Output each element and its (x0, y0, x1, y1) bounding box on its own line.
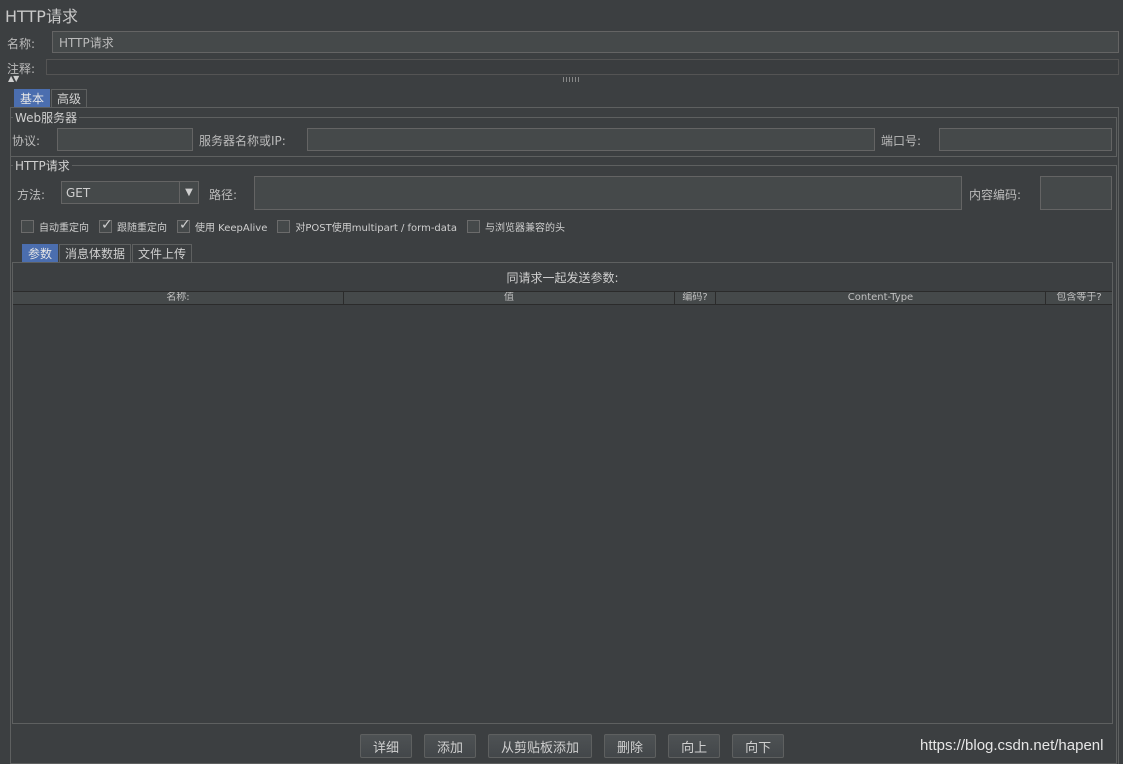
checkbox-box[interactable] (99, 217, 113, 233)
protocol-label: 协议: (12, 134, 41, 148)
checkbox-browser-headers[interactable]: 与浏览器兼容的头 (466, 219, 565, 234)
params-button-bar: 详细 添加 从剪贴板添加 删除 向上 向下 (360, 734, 785, 758)
encoding-input[interactable] (1040, 176, 1112, 210)
comment-input[interactable] (46, 59, 1119, 75)
column-header-content-type[interactable]: Content-Type (716, 292, 1046, 304)
move-down-button[interactable]: 向下 (732, 734, 785, 758)
checkbox-label: 使用 KeepAlive (195, 223, 268, 234)
method-select[interactable]: GET ▼ (61, 181, 199, 204)
checkbox-multipart[interactable]: 对POST使用multipart / form-data (277, 219, 457, 234)
checkbox-label: 与浏览器兼容的头 (484, 223, 565, 234)
collapse-arrows-icon[interactable]: ▲▼ (8, 75, 19, 83)
tab-parameters[interactable]: 参数 (22, 244, 59, 262)
params-table-header: 名称: 值 编码? Content-Type 包含等于? (13, 291, 1112, 305)
checkbox-box[interactable] (466, 220, 480, 233)
encoding-label: 内容编码: (969, 188, 1022, 202)
params-caption: 同请求一起发送参数: (506, 270, 619, 285)
tab-advanced[interactable]: 高级 (51, 89, 88, 107)
main-tabbar: 基本 高级 (14, 89, 88, 107)
tab-basic-label: 基本 (20, 92, 45, 106)
path-input[interactable] (254, 176, 962, 210)
move-up-button[interactable]: 向上 (668, 734, 721, 758)
params-tabbar: 参数 消息体数据 文件上传 (22, 244, 193, 262)
checkbox-box[interactable] (177, 217, 191, 233)
name-input[interactable]: HTTP请求 (52, 31, 1119, 53)
tab-parameters-label: 参数 (28, 247, 53, 261)
tab-file-upload[interactable]: 文件上传 (132, 244, 193, 262)
drag-grip-icon[interactable] (563, 77, 579, 82)
tab-advanced-label: 高级 (57, 92, 82, 106)
checkbox-follow-redirect[interactable]: 跟随重定向 (99, 217, 167, 234)
server-label: 服务器名称或IP: (199, 134, 286, 148)
checkbox-keepalive[interactable]: 使用 KeepAlive (177, 217, 268, 234)
web-server-title: Web服务器 (13, 109, 80, 126)
checkbox-label: 自动重定向 (39, 223, 89, 234)
method-value: GET (66, 185, 91, 200)
delete-button[interactable]: 删除 (604, 734, 657, 758)
column-header-value[interactable]: 值 (344, 292, 675, 304)
path-label: 路径: (209, 188, 238, 202)
checkbox-box[interactable] (277, 220, 291, 233)
protocol-input[interactable] (57, 128, 193, 151)
name-input-value: HTTP请求 (59, 35, 114, 50)
column-header-encode[interactable]: 编码? (675, 292, 716, 304)
method-label: 方法: (17, 188, 46, 202)
http-request-title: HTTP请求 (13, 157, 72, 174)
split-pane-divider[interactable] (0, 74, 1123, 86)
options-row: 自动重定向 跟随重定向 使用 KeepAlive 对POST使用multipar… (21, 217, 565, 234)
column-header-name[interactable]: 名称: (13, 292, 344, 304)
tab-body-data[interactable]: 消息体数据 (59, 244, 132, 262)
column-header-include-equals[interactable]: 包含等于? (1046, 292, 1112, 304)
server-input[interactable] (307, 128, 875, 151)
watermark-text: https://blog.csdn.net/hapenl (920, 737, 1104, 754)
add-from-clipboard-button[interactable]: 从剪贴板添加 (488, 734, 593, 758)
add-button[interactable]: 添加 (424, 734, 477, 758)
checkbox-auto-redirect[interactable]: 自动重定向 (21, 219, 89, 234)
page-title: HTTP请求 (5, 7, 78, 26)
name-label: 名称: (7, 37, 36, 51)
checkbox-box[interactable] (21, 220, 34, 233)
detail-button[interactable]: 详细 (360, 734, 413, 758)
port-input[interactable] (939, 128, 1112, 151)
tab-basic[interactable]: 基本 (14, 89, 51, 107)
params-panel: 同请求一起发送参数: 名称: 值 编码? Content-Type 包含等于? (12, 262, 1113, 724)
chevron-down-icon[interactable]: ▼ (179, 182, 198, 203)
params-table-body[interactable] (13, 305, 1112, 721)
port-label: 端口号: (881, 134, 922, 148)
checkbox-label: 对POST使用multipart / form-data (295, 223, 457, 234)
tab-file-upload-label: 文件上传 (138, 247, 187, 261)
checkbox-label: 跟随重定向 (117, 223, 167, 234)
tab-body-data-label: 消息体数据 (65, 247, 126, 261)
